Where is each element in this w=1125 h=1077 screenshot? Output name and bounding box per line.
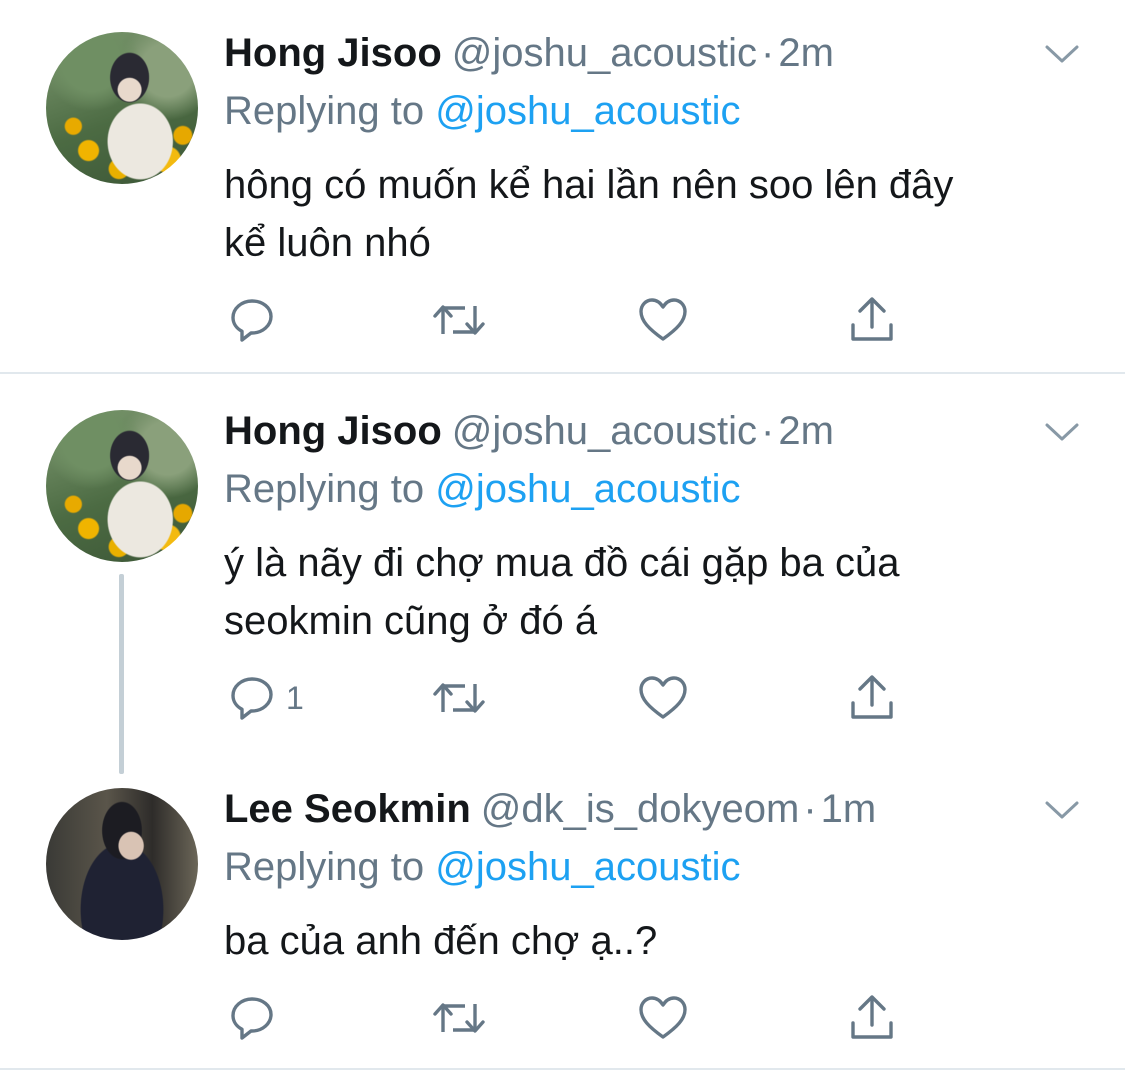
replying-to-label: Replying to bbox=[224, 89, 425, 133]
reply-button[interactable] bbox=[228, 992, 286, 1044]
share-button[interactable] bbox=[848, 992, 896, 1044]
avatar[interactable] bbox=[46, 788, 198, 940]
tweet-header: Hong Jisoo @joshu_acoustic · 2m bbox=[224, 28, 834, 78]
display-name[interactable]: Hong Jisoo bbox=[224, 31, 442, 75]
reply-icon bbox=[231, 677, 273, 720]
retweet-icon bbox=[433, 683, 485, 713]
retweet-icon bbox=[433, 305, 485, 335]
replying-to-label: Replying to bbox=[224, 467, 425, 511]
replying-to: Replying to @joshu_acoustic bbox=[224, 86, 740, 136]
like-button[interactable] bbox=[638, 672, 688, 724]
separator-dot: · bbox=[761, 409, 775, 453]
tweet-actions bbox=[228, 294, 928, 346]
share-button[interactable] bbox=[848, 294, 896, 346]
tweet-text-line: kể luôn nhó bbox=[224, 221, 431, 265]
display-name[interactable]: Lee Seokmin bbox=[224, 787, 471, 831]
chevron-down-icon[interactable] bbox=[1044, 42, 1080, 66]
timestamp[interactable]: 1m bbox=[821, 787, 877, 831]
tweet-text: ý là nãy đi chợ mua đồ cái gặp ba của se… bbox=[224, 534, 1084, 650]
separator-dot: · bbox=[803, 787, 817, 831]
avatar[interactable] bbox=[46, 410, 198, 562]
avatar[interactable] bbox=[46, 32, 198, 184]
share-icon bbox=[851, 297, 893, 341]
retweet-button[interactable] bbox=[431, 992, 487, 1044]
tweet-text-line: hông có muốn kể hai lần nên soo lên đây bbox=[224, 163, 954, 207]
user-handle[interactable]: @joshu_acoustic bbox=[452, 31, 757, 75]
retweet-button[interactable] bbox=[431, 672, 487, 724]
tweet[interactable]: Hong Jisoo @joshu_acoustic · 2m Replying to… bbox=[0, 374, 1125, 774]
tweet[interactable]: Hong Jisoo @joshu_acoustic · 2m Replying to… bbox=[0, 0, 1125, 372]
share-button[interactable] bbox=[848, 672, 896, 724]
timestamp[interactable]: 2m bbox=[778, 31, 834, 75]
user-handle[interactable]: @dk_is_dokyeom bbox=[481, 787, 800, 831]
tweet-divider bbox=[0, 1068, 1125, 1070]
retweet-icon bbox=[433, 1003, 485, 1033]
reply-icon bbox=[231, 299, 273, 342]
tweet-header: Hong Jisoo @joshu_acoustic · 2m bbox=[224, 406, 834, 456]
mention-link[interactable]: @joshu_acoustic bbox=[435, 467, 740, 511]
chevron-down-icon[interactable] bbox=[1044, 798, 1080, 822]
separator-dot: · bbox=[761, 31, 775, 75]
reply-icon bbox=[231, 997, 273, 1040]
timestamp[interactable]: 2m bbox=[778, 409, 834, 453]
tweet-actions bbox=[228, 992, 928, 1044]
tweet-text-line: ba của anh đến chợ ạ..? bbox=[224, 919, 658, 963]
chevron-down-icon[interactable] bbox=[1044, 420, 1080, 444]
display-name[interactable]: Hong Jisoo bbox=[224, 409, 442, 453]
share-icon bbox=[851, 675, 893, 719]
like-button[interactable] bbox=[638, 992, 688, 1044]
tweet-text-line: ý là nãy đi chợ mua đồ cái gặp ba của bbox=[224, 541, 900, 585]
heart-icon bbox=[639, 298, 687, 341]
mention-link[interactable]: @joshu_acoustic bbox=[435, 89, 740, 133]
heart-icon bbox=[639, 996, 687, 1039]
tweet[interactable]: Lee Seokmin @dk_is_dokyeom · 1m Replying to… bbox=[0, 774, 1125, 1066]
reply-count: 1 bbox=[286, 679, 304, 716]
heart-icon bbox=[639, 676, 687, 719]
tweet-text-line: seokmin cũng ở đó á bbox=[224, 599, 598, 643]
share-icon bbox=[851, 995, 893, 1039]
reply-button[interactable] bbox=[228, 294, 286, 346]
replying-to: Replying to @joshu_acoustic bbox=[224, 464, 740, 514]
replying-to: Replying to @joshu_acoustic bbox=[224, 842, 740, 892]
tweet-header: Lee Seokmin @dk_is_dokyeom · 1m bbox=[224, 784, 876, 834]
user-handle[interactable]: @joshu_acoustic bbox=[452, 409, 757, 453]
mention-link[interactable]: @joshu_acoustic bbox=[435, 845, 740, 889]
reply-button[interactable]: 1 bbox=[228, 672, 304, 724]
tweet-text: ba của anh đến chợ ạ..? bbox=[224, 912, 1084, 970]
tweet-actions: 1 bbox=[228, 672, 928, 724]
tweet-text: hông có muốn kể hai lần nên soo lên đây … bbox=[224, 156, 1084, 272]
replying-to-label: Replying to bbox=[224, 845, 425, 889]
like-button[interactable] bbox=[638, 294, 688, 346]
retweet-button[interactable] bbox=[431, 294, 487, 346]
